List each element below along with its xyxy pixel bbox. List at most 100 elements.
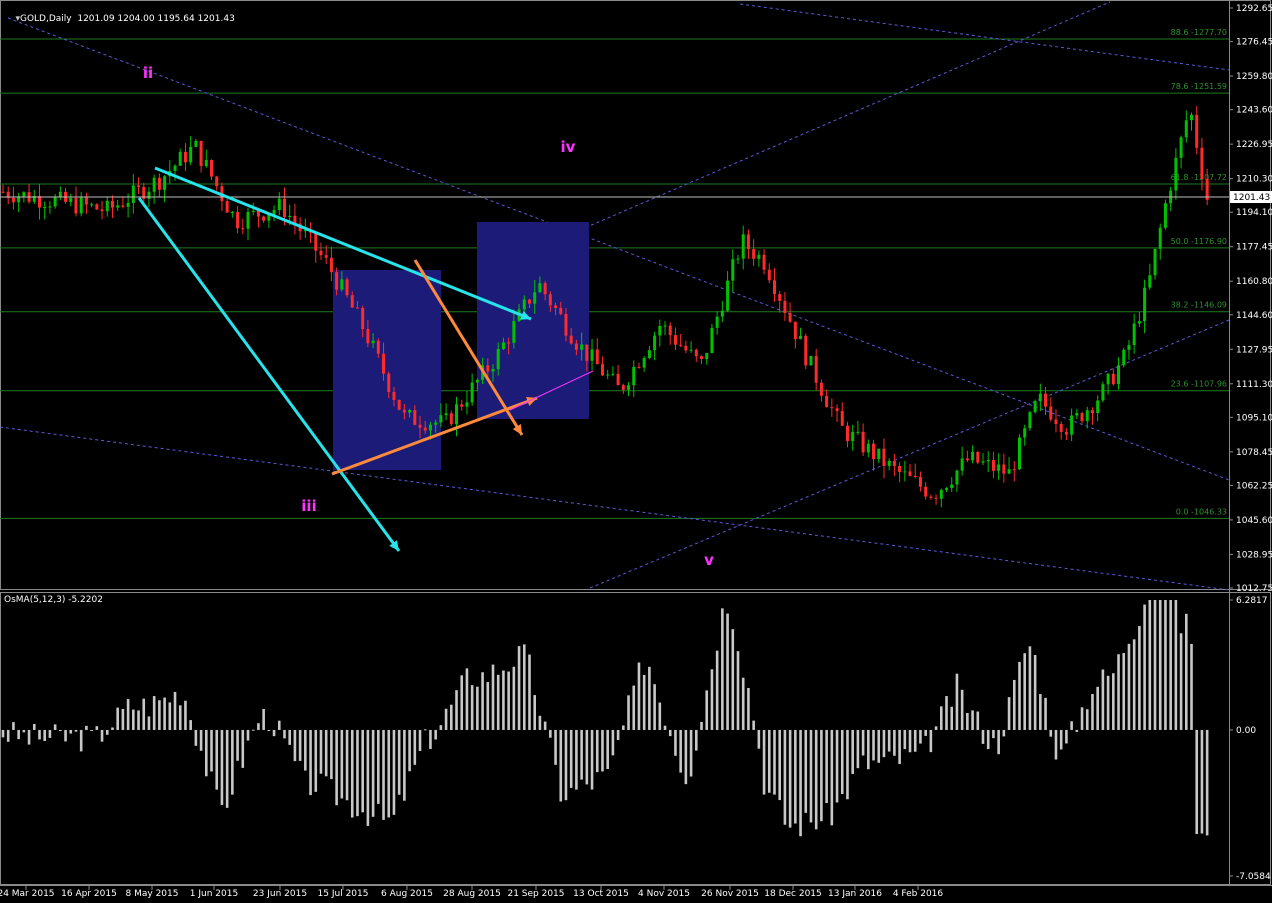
candle-body [11, 197, 15, 203]
osma-bar [564, 729, 568, 801]
osma-bar [90, 729, 93, 731]
candle-body [1101, 384, 1105, 401]
candle-body [251, 210, 255, 212]
candle-body [455, 404, 459, 425]
candle-body [324, 255, 328, 258]
osma-bar [762, 729, 766, 795]
osma-bar [100, 729, 104, 742]
osma-bar [830, 729, 834, 826]
osma-bar [121, 709, 125, 730]
osma-bar [622, 725, 625, 730]
candle-body [1085, 410, 1089, 422]
osma-bar [32, 724, 36, 730]
osma-bar [168, 702, 172, 730]
candle-body [501, 342, 505, 350]
candle-body [465, 402, 469, 407]
osma-bar [595, 729, 599, 773]
osma-bar [658, 702, 662, 730]
fib-level-label: 61.8 -1207.72 [1171, 173, 1227, 182]
candle-body [554, 305, 558, 308]
date-tick-label: 24 Mar 2015 [0, 889, 55, 899]
osma-bar [12, 722, 15, 730]
candle-body [632, 366, 636, 386]
osma-bar [648, 666, 651, 730]
osma-bar [27, 729, 31, 745]
osma-bar [627, 695, 630, 730]
osma-bar [966, 713, 969, 730]
symbol-readout: GOLD,Daily 1201.09 1204.00 1195.64 1201.… [19, 14, 235, 24]
osma-bar [715, 650, 719, 730]
candle-body [1075, 413, 1079, 416]
osma-bar [1039, 694, 1042, 730]
candle-body [778, 294, 782, 301]
osma-bar [1070, 721, 1073, 730]
price-tick-label: 1095.10 [1236, 413, 1272, 423]
osma-bar [142, 698, 146, 730]
candles [1, 106, 1209, 508]
candle-body [397, 399, 401, 410]
chart-window[interactable]: 1292.65 1276.45 1259.80 1243.60 1226.95 1210.… [0, 0, 1272, 899]
osma-bar [846, 729, 849, 800]
candle-body [887, 460, 891, 467]
candle-body [282, 198, 286, 217]
price-tick-label: 1078.45 [1236, 448, 1272, 458]
osma-bar [22, 729, 26, 733]
candle-body [256, 210, 260, 217]
osma-bar [976, 711, 980, 730]
osma-bar [903, 729, 907, 750]
osma-bar [611, 729, 615, 756]
candle-body [1044, 393, 1048, 407]
candle-body [642, 358, 646, 368]
candle-body [830, 407, 834, 409]
candle-body [37, 196, 41, 208]
osma-bar [1153, 600, 1157, 730]
candle-body [746, 234, 750, 250]
current-price-label: 1201.43 [1233, 193, 1270, 203]
candle-body [627, 385, 631, 390]
osma-bar [434, 729, 437, 740]
osma-bar [632, 685, 636, 730]
osma-bar [522, 644, 526, 730]
osma-bar [476, 686, 479, 730]
osma-bar [809, 729, 813, 823]
osma-bar [163, 697, 166, 730]
candle-body [700, 356, 704, 360]
candle-body [757, 254, 761, 259]
price-tick-label: 1160.80 [1236, 277, 1272, 287]
osma-bar [1054, 729, 1058, 760]
osma-bar [1112, 673, 1115, 730]
date-tick-label: 18 Dec 2015 [764, 889, 822, 899]
candle-body [574, 343, 578, 350]
candle-body [314, 232, 318, 251]
osma-bar [606, 729, 609, 770]
osma-bar [825, 729, 828, 803]
candle-body [105, 200, 109, 212]
osma-bar [116, 707, 119, 730]
candle-body [1007, 469, 1011, 474]
osma-bar [512, 666, 516, 730]
osma-bar [820, 729, 823, 822]
candle-body [762, 254, 766, 270]
candle-body [392, 391, 396, 400]
date-tick-label: 4 Feb 2016 [893, 889, 944, 899]
chart-canvas[interactable]: 1292.65 1276.45 1259.80 1243.60 1226.95 1210.… [0, 0, 1272, 899]
osma-bar [1132, 639, 1136, 730]
osma-bar [1002, 729, 1006, 737]
candle-body [595, 349, 599, 365]
date-tick-label: 16 Apr 2015 [61, 889, 117, 899]
osma-bar [387, 729, 391, 818]
candle-body [1179, 137, 1183, 158]
candle-body [147, 191, 151, 199]
osma-bar [491, 664, 495, 730]
osma-bar [1148, 600, 1152, 730]
candle-body [110, 200, 114, 208]
candle-body [793, 321, 797, 340]
candle-body [976, 451, 980, 463]
osma-pane-frame [0, 592, 1271, 885]
osma-bar [757, 729, 761, 749]
candle-body [741, 234, 745, 259]
osma-bar [872, 729, 875, 761]
osma-bar [752, 720, 755, 730]
candle-body [1127, 345, 1131, 350]
candle-body [43, 206, 47, 208]
